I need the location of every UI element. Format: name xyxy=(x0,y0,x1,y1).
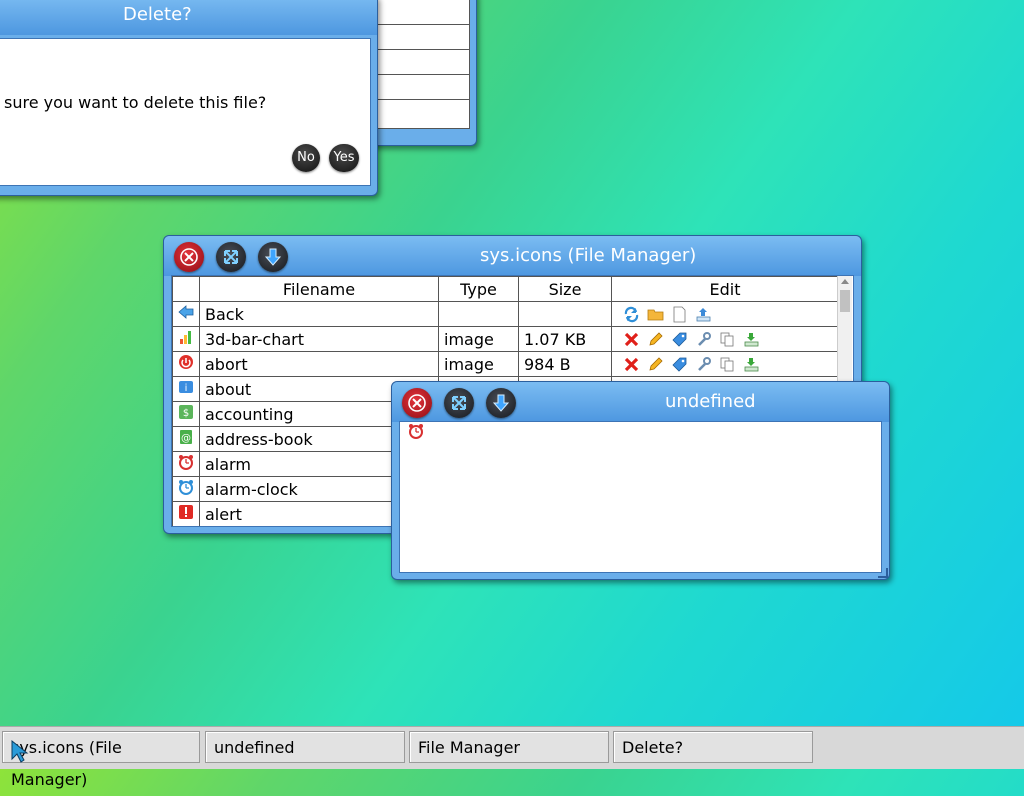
alarm-icon xyxy=(179,455,193,470)
taskbar: sys.icons (File Manager) undefined File … xyxy=(0,726,1024,789)
edit-pencil-icon[interactable] xyxy=(647,356,664,373)
delete-dialog-titlebar[interactable]: Delete? xyxy=(0,0,377,35)
maximize-icon xyxy=(224,250,238,264)
address-book-icon: @ xyxy=(180,430,192,444)
table-row[interactable]: abort image 984 B xyxy=(172,351,839,377)
abort-icon xyxy=(179,355,193,369)
down-arrow-icon xyxy=(492,394,510,412)
back-arrow-icon xyxy=(178,305,194,319)
column-header-filename[interactable]: Filename xyxy=(199,276,439,302)
tag-icon[interactable] xyxy=(671,331,688,348)
down-arrow-icon xyxy=(264,248,282,266)
delete-dialog-title: Delete? xyxy=(123,4,192,25)
delete-message: sure you want to delete this file? xyxy=(4,93,267,112)
viewer-close-button[interactable] xyxy=(402,388,432,418)
svg-text:$: $ xyxy=(183,408,189,419)
alarm-icon xyxy=(409,424,423,439)
accounting-icon: $ xyxy=(179,405,193,419)
alarm-clock-icon xyxy=(179,480,193,495)
image-viewer-window: undefined xyxy=(391,381,890,580)
resize-grip[interactable] xyxy=(878,568,888,578)
yes-button[interactable]: Yes xyxy=(329,144,359,172)
close-icon xyxy=(408,394,426,412)
filename-cell[interactable]: abort xyxy=(199,351,439,377)
column-header-size[interactable]: Size xyxy=(518,276,612,302)
svg-text:i: i xyxy=(185,383,188,394)
close-icon xyxy=(180,248,198,266)
delete-dialog: Delete? sure you want to delete this fil… xyxy=(0,0,378,196)
table-row[interactable]: 3d-bar-chart image 1.07 KB xyxy=(172,326,839,352)
column-header-type[interactable]: Type xyxy=(438,276,519,302)
file-manager-titlebar[interactable]: sys.icons (File Manager) xyxy=(164,236,861,276)
upload-icon[interactable] xyxy=(695,306,712,323)
viewer-body xyxy=(399,421,882,573)
copy-icon[interactable] xyxy=(719,331,736,348)
scroll-up-arrow[interactable] xyxy=(841,279,849,284)
filename-cell[interactable]: Back xyxy=(199,301,439,327)
tag-icon[interactable] xyxy=(671,356,688,373)
wrench-icon[interactable] xyxy=(695,331,712,348)
taskbar-item-delete[interactable]: Delete? xyxy=(613,731,813,763)
table-row[interactable]: Back xyxy=(172,301,839,327)
folder-icon[interactable] xyxy=(647,306,664,323)
scrollbar-thumb[interactable] xyxy=(840,290,850,312)
delete-icon[interactable] xyxy=(623,356,640,373)
viewer-titlebar[interactable]: undefined xyxy=(392,382,889,422)
viewer-minimize-button[interactable] xyxy=(486,388,516,418)
viewer-maximize-button[interactable] xyxy=(444,388,474,418)
column-header-edit: Edit xyxy=(611,276,839,302)
mouse-cursor-icon xyxy=(11,739,29,763)
maximize-icon xyxy=(452,396,466,410)
maximize-button[interactable] xyxy=(216,242,246,272)
bar-chart-icon xyxy=(180,331,191,344)
close-button[interactable] xyxy=(174,242,204,272)
no-button[interactable]: No xyxy=(292,144,320,172)
viewer-title: undefined xyxy=(665,391,756,412)
svg-text:@: @ xyxy=(181,433,191,444)
new-file-icon[interactable] xyxy=(671,306,688,323)
edit-pencil-icon[interactable] xyxy=(647,331,664,348)
alert-icon xyxy=(179,505,193,519)
copy-icon[interactable] xyxy=(719,356,736,373)
wrench-icon[interactable] xyxy=(695,356,712,373)
minimize-button[interactable] xyxy=(258,242,288,272)
taskbar-item-file-manager[interactable]: File Manager xyxy=(409,731,609,763)
refresh-icon[interactable] xyxy=(623,306,640,323)
file-manager-title: sys.icons (File Manager) xyxy=(480,245,697,266)
filename-cell[interactable]: 3d-bar-chart xyxy=(199,326,439,352)
delete-icon[interactable] xyxy=(623,331,640,348)
delete-dialog-body: sure you want to delete this file? No Ye… xyxy=(0,38,371,186)
download-icon[interactable] xyxy=(743,331,760,348)
about-icon: i xyxy=(179,381,193,394)
table-header-row: Filename Type Size Edit xyxy=(172,276,839,302)
taskbar-item-undefined[interactable]: undefined xyxy=(205,731,405,763)
download-icon[interactable] xyxy=(743,356,760,373)
